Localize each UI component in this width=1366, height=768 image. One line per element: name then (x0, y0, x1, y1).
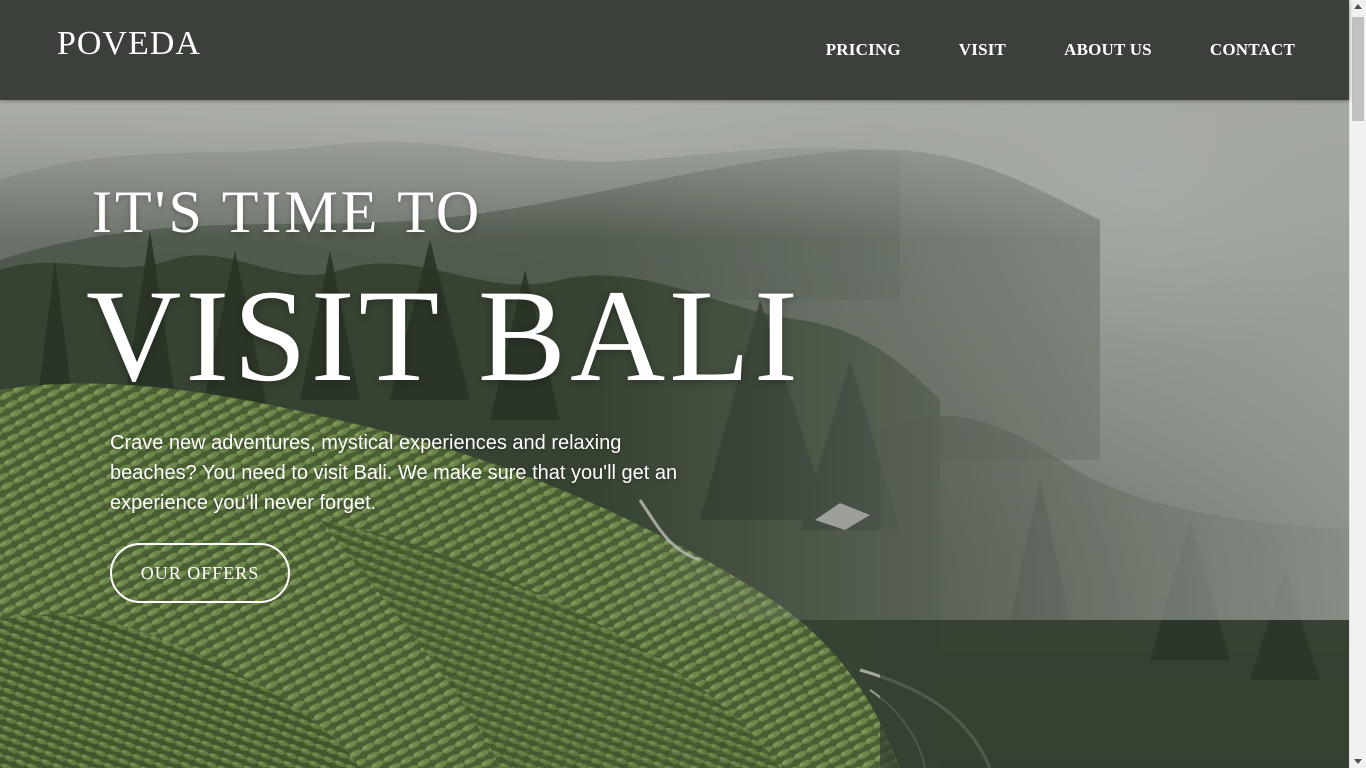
scroll-thumb[interactable] (1352, 17, 1364, 121)
nav-item-contact[interactable]: CONTACT (1210, 40, 1295, 60)
hero-content: IT'S TIME TO VISIT BALI Crave new advent… (0, 100, 1349, 768)
our-offers-button[interactable]: OUR OFFERS (110, 543, 290, 603)
nav-item-pricing[interactable]: PRICING (826, 40, 901, 60)
main-nav: PRICING VISIT ABOUT US CONTACT (826, 40, 1295, 60)
hero-subheading: IT'S TIME TO (92, 179, 483, 245)
page-scrollbar[interactable] (1349, 0, 1366, 768)
hero-heading: VISIT BALI (86, 262, 802, 409)
scroll-down-arrow-icon[interactable] (1354, 759, 1362, 764)
site-logo[interactable]: POVEDA (57, 27, 201, 61)
hero-section: IT'S TIME TO VISIT BALI Crave new advent… (0, 100, 1349, 768)
nav-item-visit[interactable]: VISIT (959, 40, 1006, 60)
nav-item-about-us[interactable]: ABOUT US (1064, 40, 1152, 60)
site-header: POVEDA PRICING VISIT ABOUT US CONTACT (0, 0, 1349, 100)
scroll-up-arrow-icon[interactable] (1354, 4, 1362, 9)
hero-description: Crave new adventures, mystical experienc… (110, 432, 678, 514)
